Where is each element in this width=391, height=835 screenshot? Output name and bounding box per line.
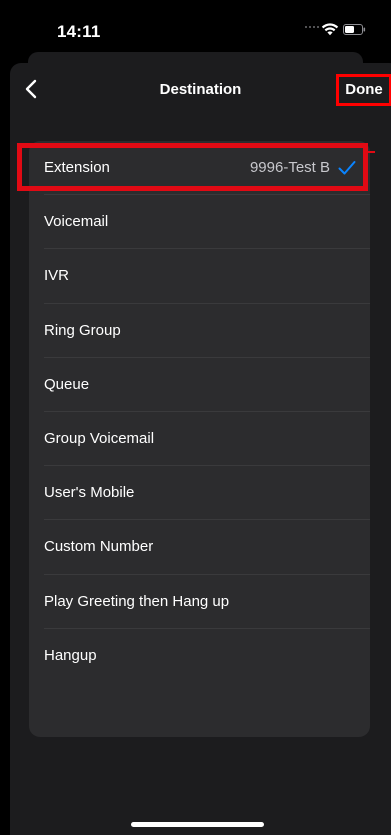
destination-row-users-mobile[interactable]: User's Mobile bbox=[29, 466, 370, 521]
destination-row-hangup[interactable]: Hangup bbox=[29, 629, 370, 683]
page-title: Destination bbox=[159, 81, 242, 98]
row-label: Group Voicemail bbox=[44, 429, 155, 447]
home-indicator bbox=[131, 822, 264, 827]
checkmark-icon bbox=[338, 161, 356, 175]
row-label: Hangup bbox=[44, 646, 97, 664]
row-label: Custom Number bbox=[44, 538, 154, 556]
row-label: User's Mobile bbox=[44, 484, 135, 502]
nav-bar: Destination Done bbox=[10, 63, 391, 121]
destination-row-extension[interactable]: Extension 9996-Test B bbox=[17, 141, 375, 196]
status-time: 14:11 bbox=[57, 22, 101, 41]
battery-icon bbox=[343, 24, 366, 35]
destination-sheet: Destination Done Extension 9996-Test B V… bbox=[10, 63, 391, 835]
signal-dots-icon bbox=[305, 26, 321, 30]
destination-row-ring-group[interactable]: Ring Group bbox=[29, 304, 370, 358]
row-label: Extension bbox=[44, 159, 110, 176]
row-label: Voicemail bbox=[44, 213, 109, 231]
destination-row-group-voicemail[interactable]: Group Voicemail bbox=[29, 412, 370, 467]
wifi-icon bbox=[321, 23, 339, 36]
destination-row-play-greeting[interactable]: Play Greeting then Hang up bbox=[29, 575, 370, 629]
destination-row-custom-number[interactable]: Custom Number bbox=[29, 520, 370, 575]
selected-extension-value: 9996-Test B bbox=[249, 159, 330, 176]
row-label: Ring Group bbox=[44, 321, 121, 339]
destination-row-ivr[interactable]: IVR bbox=[29, 249, 370, 304]
destination-list: Extension 9996-Test B Voicemail IVR Ring… bbox=[17, 141, 375, 737]
done-button[interactable]: Done bbox=[336, 74, 391, 106]
row-label: Play Greeting then Hang up bbox=[44, 592, 230, 610]
phone-screen: 14:11 Destination Done Extension 9996-Te… bbox=[0, 0, 391, 835]
destination-row-queue[interactable]: Queue bbox=[29, 358, 370, 412]
highlight-annotation-tail bbox=[367, 151, 375, 153]
destination-row-voicemail[interactable]: Voicemail bbox=[29, 195, 370, 250]
row-label: Queue bbox=[44, 375, 90, 393]
status-bar: 14:11 bbox=[0, 0, 391, 60]
row-label: IVR bbox=[44, 267, 70, 285]
